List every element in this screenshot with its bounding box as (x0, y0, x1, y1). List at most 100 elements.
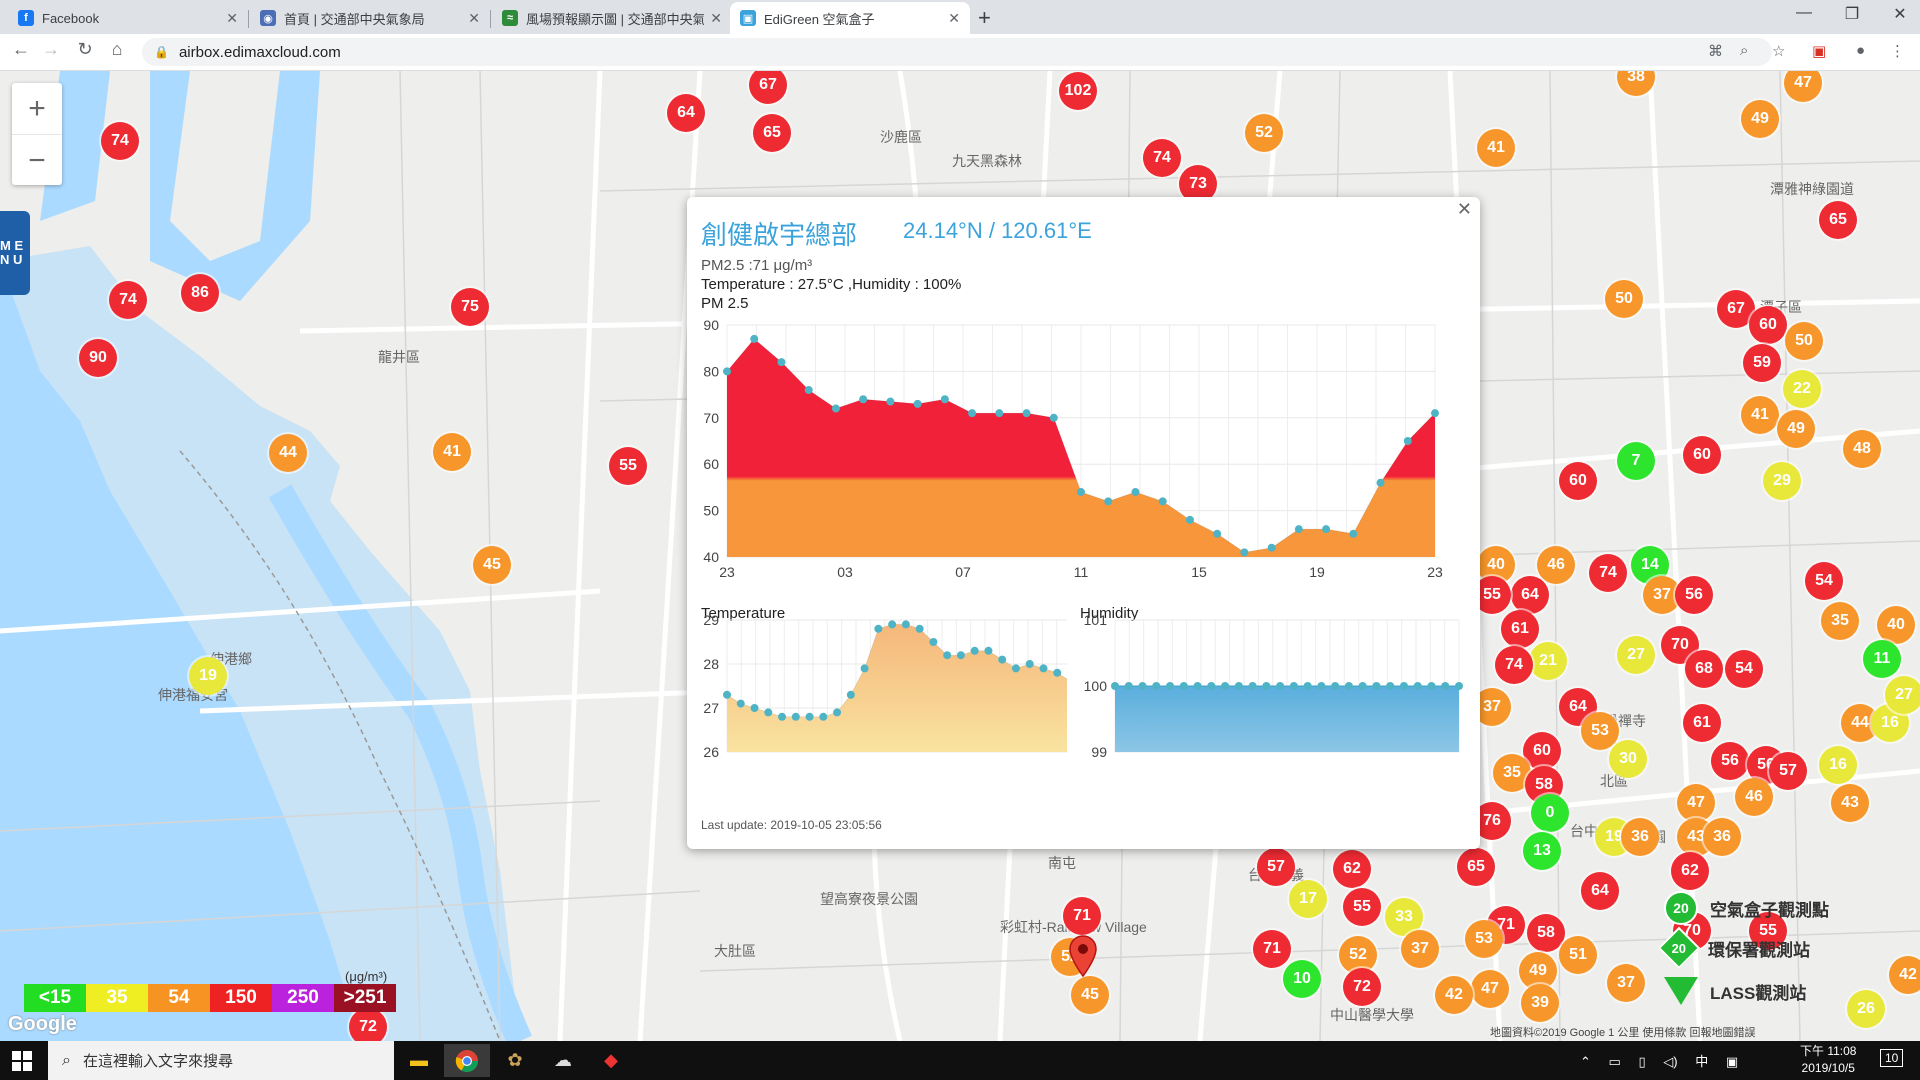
airbox-marker[interactable]: 17 (1289, 880, 1327, 918)
airbox-marker[interactable]: 55 (609, 447, 647, 485)
tab-close-icon[interactable]: ✕ (948, 10, 960, 27)
file-explorer-icon[interactable]: ▬ (396, 1044, 442, 1077)
battery-icon[interactable]: ▯ (1638, 1054, 1645, 1069)
menu-button[interactable]: M E N U (0, 211, 30, 295)
airbox-marker[interactable]: 53 (1581, 712, 1619, 750)
airbox-marker[interactable]: 36 (1703, 818, 1741, 856)
zoom-out-button[interactable]: − (12, 135, 62, 186)
airbox-marker[interactable]: 39 (1521, 984, 1559, 1022)
airbox-marker[interactable]: 42 (1435, 976, 1473, 1014)
airbox-marker[interactable]: 46 (1735, 778, 1773, 816)
tab-wind-forecast[interactable]: ≈ 風場預報顯示圖 | 交通部中央氣象局 ✕ (492, 2, 732, 34)
airbox-marker[interactable]: 60 (1683, 436, 1721, 474)
minimize-icon[interactable]: — (1784, 4, 1824, 22)
airbox-marker[interactable]: 65 (1819, 201, 1857, 239)
airbox-marker[interactable]: 64 (667, 94, 705, 132)
airbox-marker[interactable]: 64 (1511, 576, 1549, 614)
airbox-marker[interactable]: 61 (1683, 704, 1721, 742)
tab-cwb-home[interactable]: ◉ 首頁 | 交通部中央氣象局 ✕ (250, 2, 490, 34)
forward-icon[interactable]: → (38, 39, 64, 60)
airbox-marker[interactable]: 65 (1457, 848, 1495, 886)
airbox-marker[interactable]: 74 (1589, 554, 1627, 592)
airbox-marker[interactable]: 60 (1559, 462, 1597, 500)
airbox-marker[interactable]: 64 (1581, 872, 1619, 910)
airbox-marker[interactable]: 0 (1531, 794, 1569, 832)
airbox-marker[interactable]: 41 (1477, 129, 1515, 167)
zoom-icon[interactable]: ⌕ (1740, 42, 1748, 59)
map-attribution[interactable]: 地圖資料©2019 Google 1 公里 使用條款 回報地圖錯誤 (1490, 1024, 1755, 1040)
airbox-marker[interactable]: 50 (1605, 280, 1643, 318)
bookmark-star-icon[interactable]: ☆ (1772, 42, 1785, 60)
airbox-marker[interactable]: 58 (1527, 914, 1565, 952)
airbox-marker[interactable]: 71 (1253, 930, 1291, 968)
airbox-marker[interactable]: 51 (1559, 936, 1597, 974)
chrome-menu-icon[interactable]: ⋮ (1890, 42, 1905, 60)
airbox-marker[interactable]: 11 (1863, 640, 1901, 678)
airbox-marker[interactable]: 56 (1675, 576, 1713, 614)
app-icon[interactable]: ◆ (588, 1044, 634, 1077)
airbox-marker[interactable]: 49 (1777, 410, 1815, 448)
airbox-marker[interactable]: 50 (1785, 322, 1823, 360)
airbox-marker[interactable]: 52 (1245, 114, 1283, 152)
airbox-marker[interactable]: 68 (1685, 650, 1723, 688)
airbox-marker[interactable]: 72 (349, 1008, 387, 1041)
airbox-marker[interactable]: 37 (1401, 930, 1439, 968)
profile-avatar-icon[interactable]: ● (1856, 42, 1865, 59)
tab-close-icon[interactable]: ✕ (468, 10, 480, 27)
translate-icon[interactable]: ⌘ (1708, 42, 1723, 60)
tab-facebook[interactable]: f Facebook ✕ (8, 2, 248, 34)
window-close-icon[interactable]: ✕ (1880, 4, 1920, 24)
airbox-marker[interactable]: 42 (1889, 956, 1920, 994)
home-icon[interactable]: ⌂ (104, 39, 130, 60)
airbox-marker[interactable]: 26 (1847, 990, 1885, 1028)
airbox-marker[interactable]: 65 (753, 114, 791, 152)
network-icon[interactable]: ▭ (1609, 1054, 1621, 1069)
airbox-marker[interactable]: 45 (1071, 976, 1109, 1014)
airbox-marker[interactable]: 74 (1143, 139, 1181, 177)
keyboard-icon[interactable]: ▣ (1726, 1054, 1738, 1069)
tab-close-icon[interactable]: ✕ (226, 10, 238, 27)
airbox-marker[interactable]: 41 (433, 433, 471, 471)
airbox-marker[interactable]: 30 (1609, 740, 1647, 778)
airbox-marker[interactable]: 59 (1743, 344, 1781, 382)
airbox-marker[interactable]: 41 (1741, 396, 1779, 434)
airbox-marker[interactable]: 74 (109, 281, 147, 319)
airbox-marker[interactable]: 46 (1537, 546, 1575, 584)
airbox-marker[interactable]: 55 (1343, 888, 1381, 926)
airbox-marker[interactable]: 19 (189, 657, 227, 695)
airbox-marker[interactable]: 29 (1763, 462, 1801, 500)
extension-icon[interactable]: ▣ (1812, 42, 1826, 60)
address-bar[interactable]: 🔒 airbox.edimaxcloud.com (142, 38, 1772, 66)
airbox-marker[interactable]: 45 (473, 546, 511, 584)
airbox-marker[interactable]: 16 (1819, 746, 1857, 784)
airbox-marker[interactable]: 22 (1783, 370, 1821, 408)
airbox-marker[interactable]: 75 (451, 288, 489, 326)
airbox-marker[interactable]: 74 (1495, 646, 1533, 684)
airbox-marker[interactable]: 27 (1617, 636, 1655, 674)
new-tab-button[interactable]: + (978, 5, 991, 31)
chrome-icon[interactable] (444, 1044, 490, 1077)
airbox-marker[interactable]: 57 (1769, 752, 1807, 790)
airbox-marker[interactable]: 49 (1741, 100, 1779, 138)
reload-icon[interactable]: ↻ (72, 39, 98, 60)
volume-icon[interactable]: ◁) (1663, 1054, 1677, 1069)
ime-indicator[interactable]: 中 (1695, 1054, 1708, 1069)
airbox-marker[interactable]: 44 (269, 434, 307, 472)
airbox-marker[interactable]: 27 (1885, 676, 1920, 714)
airbox-marker[interactable]: 37 (1607, 964, 1645, 1002)
airbox-marker[interactable]: 47 (1677, 784, 1715, 822)
airbox-marker[interactable]: 47 (1471, 970, 1509, 1008)
airbox-marker[interactable]: 10 (1283, 960, 1321, 998)
airbox-marker[interactable]: 13 (1523, 832, 1561, 870)
airbox-marker[interactable]: 72 (1343, 968, 1381, 1006)
back-icon[interactable]: ← (8, 39, 34, 60)
app-icon[interactable]: ✿ (492, 1044, 538, 1077)
selected-location-pin-icon[interactable] (1068, 935, 1098, 977)
airbox-marker[interactable]: 36 (1621, 818, 1659, 856)
airbox-marker[interactable]: 90 (79, 339, 117, 377)
taskbar-search-box[interactable]: ⌕ 在這裡輸入文字來搜尋 (48, 1041, 394, 1080)
zoom-in-button[interactable]: + (12, 83, 62, 135)
airbox-marker[interactable]: 54 (1805, 562, 1843, 600)
app-icon[interactable]: ☁ (540, 1044, 586, 1077)
airbox-marker[interactable]: 40 (1877, 606, 1915, 644)
